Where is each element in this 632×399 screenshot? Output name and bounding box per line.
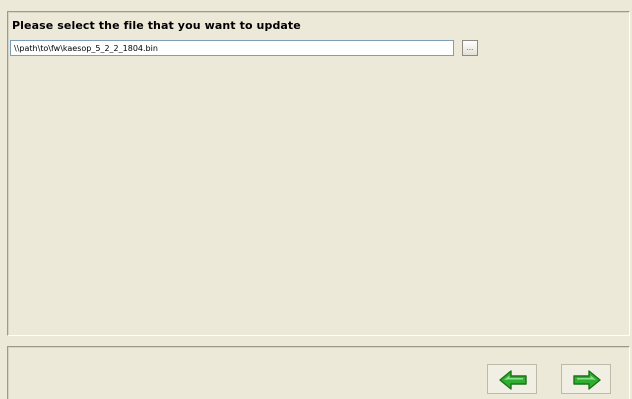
page-title: Please select the file that you want to … — [12, 19, 301, 32]
content-panel — [7, 11, 630, 336]
window-top-strip — [0, 0, 632, 10]
back-button[interactable] — [487, 364, 537, 394]
arrow-left-icon — [499, 370, 527, 390]
arrow-right-icon — [573, 370, 601, 390]
file-path-input[interactable] — [10, 40, 454, 56]
next-button[interactable] — [561, 364, 611, 394]
browse-button[interactable]: ... — [462, 40, 478, 56]
